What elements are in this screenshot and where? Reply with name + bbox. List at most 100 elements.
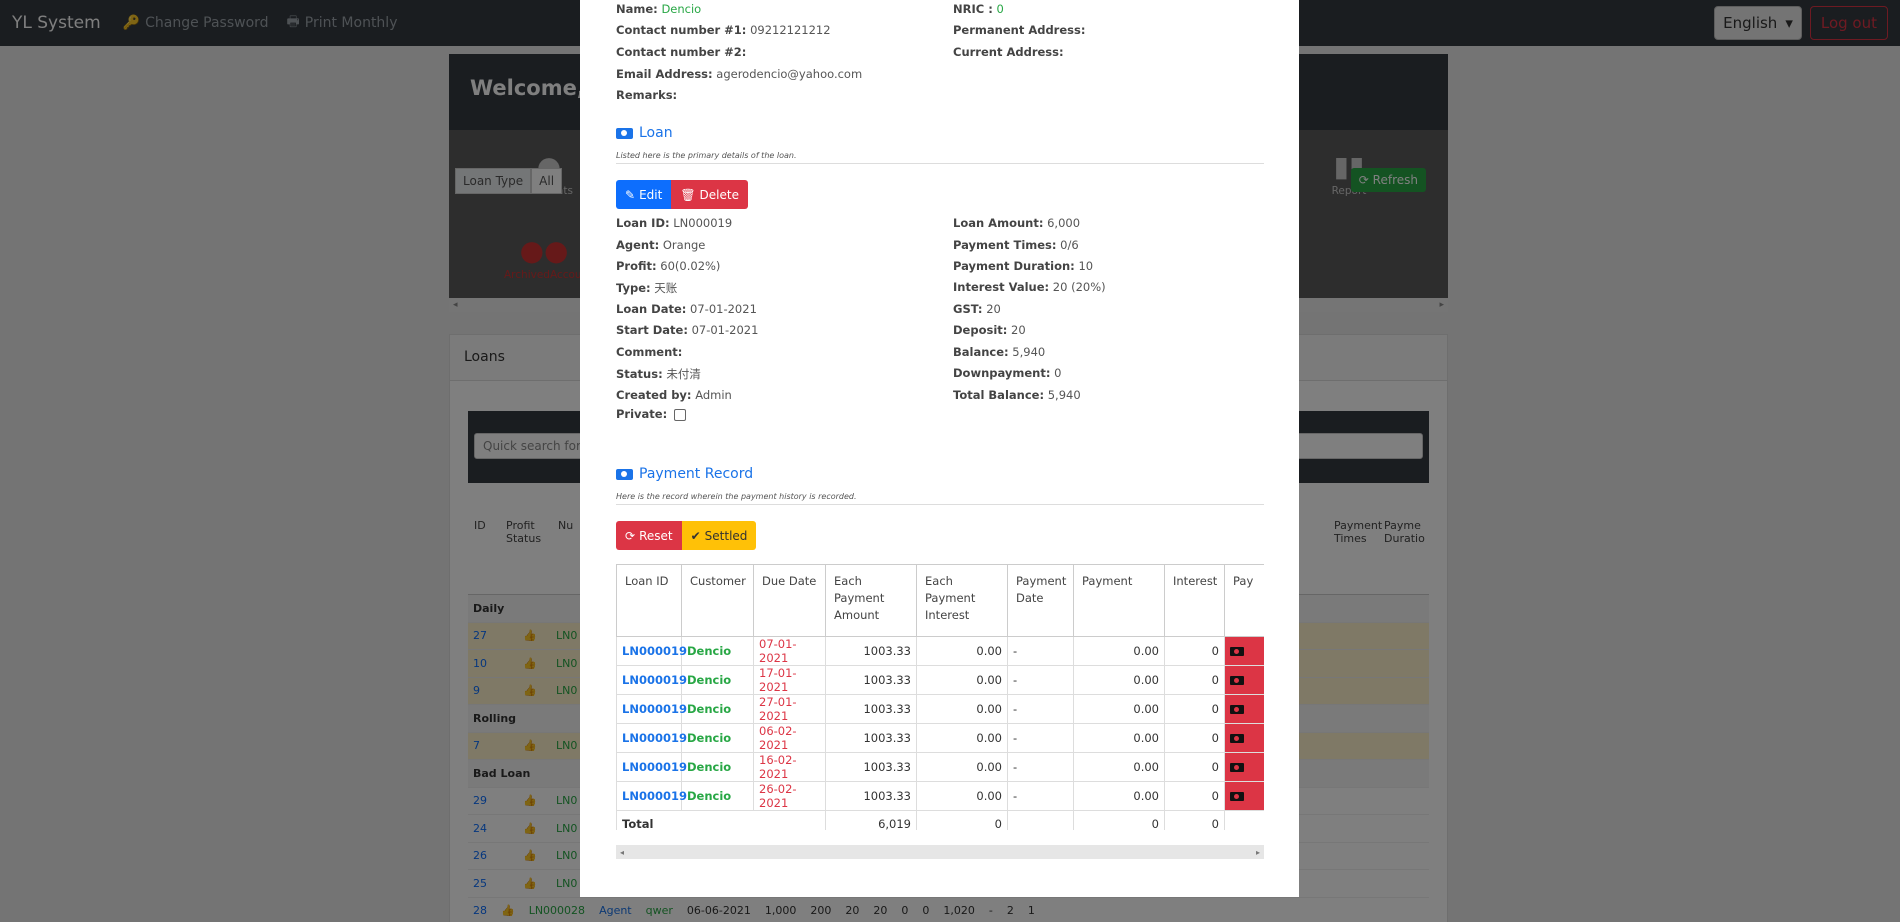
col-customer[interactable]: Customer (681, 564, 754, 637)
payment-section-title: Payment Record (616, 466, 753, 482)
field-label: Balance: (953, 345, 1009, 359)
delete-loan-button[interactable]: 🗑 Delete (671, 180, 748, 209)
payment-table-scroll[interactable]: Loan ID Customer Due Date Each Payment A… (616, 564, 1264, 830)
field-label: Loan ID: (616, 216, 670, 230)
loan-id-link[interactable]: LN000019 (622, 644, 687, 658)
payment-value: 0.00 (1073, 665, 1165, 695)
col-payment[interactable]: Payment (1073, 564, 1165, 637)
loan-section-subtitle: Listed here is the primary details of th… (616, 151, 1264, 164)
table-row: LN000019 Dencio 26-02-2021 1003.33 0.00 … (616, 781, 1264, 811)
field-label: Status: (616, 367, 663, 381)
name-value[interactable]: Dencio (661, 2, 701, 16)
col-interest[interactable]: Interest (1164, 564, 1225, 637)
each-payment-interest: 0.00 (916, 636, 1008, 666)
due-date: 27-01-2021 (759, 695, 797, 723)
field-value: Admin (695, 388, 732, 402)
total-label: Total (616, 810, 826, 830)
money-icon (1230, 705, 1244, 714)
delete-label: Delete (699, 187, 739, 202)
customer-contact1: Contact number #1: 09212121212 (616, 23, 831, 37)
field-value: 0/6 (1060, 238, 1079, 252)
customer-remarks: Remarks: (616, 88, 677, 102)
total-empty (1224, 810, 1264, 830)
customer-curr-address: Current Address: (953, 45, 1064, 59)
pay-button[interactable] (1224, 723, 1264, 753)
payment-value: 0.00 (1073, 636, 1165, 666)
field-value: 07-01-2021 (690, 302, 757, 316)
nric-value: 0 (996, 2, 1004, 16)
interest-value: 0 (1164, 694, 1225, 724)
field-value: 20 (1011, 323, 1026, 337)
scroll-right-icon[interactable]: ▸ (1256, 848, 1260, 857)
field-value: 60(0.02%) (660, 259, 721, 273)
customer-link[interactable]: Dencio (687, 789, 731, 803)
field-label: Payment Duration: (953, 259, 1075, 273)
agent-field: Agent: Orange (616, 238, 705, 252)
loan-date-field: Loan Date: 07-01-2021 (616, 302, 757, 316)
customer-link[interactable]: Dencio (687, 702, 731, 716)
col-pay[interactable]: Pay (1224, 564, 1264, 637)
loan-amount-field: Loan Amount: 6,000 (953, 216, 1080, 230)
field-value: 20 (986, 302, 1001, 316)
pay-button[interactable] (1224, 694, 1264, 724)
total-amount: 6,019 (825, 810, 917, 830)
col-payment-date[interactable]: Payment Date (1007, 564, 1074, 637)
interest-value: 0 (1164, 781, 1225, 811)
edit-label: Edit (639, 187, 663, 202)
pay-button[interactable] (1224, 665, 1264, 695)
payment-date: - (1007, 694, 1074, 724)
loan-title-text: Loan (639, 125, 673, 141)
pay-button[interactable] (1224, 636, 1264, 666)
each-payment-amount: 1003.33 (825, 781, 917, 811)
total-interest: 0 (1164, 810, 1225, 830)
loan-id-link[interactable]: LN000019 (622, 702, 687, 716)
table-row: LN000019 Dencio 16-02-2021 1003.33 0.00 … (616, 752, 1264, 782)
start-date-field: Start Date: 07-01-2021 (616, 323, 758, 337)
payment-table-scrollbar[interactable]: ◂ ▸ (616, 845, 1264, 859)
each-payment-interest: 0.00 (916, 781, 1008, 811)
customer-link[interactable]: Dencio (687, 760, 731, 774)
email-value: agerodencio@yahoo.com (716, 67, 863, 81)
edit-loan-button[interactable]: ✎ Edit (616, 180, 672, 209)
field-label: Profit: (616, 259, 657, 273)
field-value: 07-01-2021 (691, 323, 759, 337)
payment-section-subtitle: Here is the record wherein the payment h… (616, 492, 1264, 505)
private-checkbox[interactable] (673, 408, 686, 421)
table-row: LN000019 Dencio 06-02-2021 1003.33 0.00 … (616, 723, 1264, 753)
pay-button[interactable] (1224, 752, 1264, 782)
each-payment-amount: 1003.33 (825, 636, 917, 666)
col-due-date[interactable]: Due Date (753, 564, 826, 637)
contact2-label: Contact number #2: (616, 45, 747, 59)
pay-button[interactable] (1224, 781, 1264, 811)
each-payment-interest: 0.00 (916, 665, 1008, 695)
settled-button[interactable]: ✔ Settled (681, 521, 757, 550)
field-value: 天账 (654, 281, 678, 295)
col-each-payment-interest[interactable]: Each Payment Interest (916, 564, 1008, 637)
due-date: 17-01-2021 (759, 666, 797, 694)
field-label: Agent: (616, 238, 660, 252)
payment-actions: ⟳ Reset ✔ Settled (616, 521, 757, 550)
reset-button[interactable]: ⟳ Reset (616, 521, 682, 550)
each-payment-interest: 0.00 (916, 694, 1008, 724)
settled-label: Settled (704, 528, 748, 543)
col-loan-id[interactable]: Loan ID (616, 564, 682, 637)
col-each-payment-amount[interactable]: Each Payment Amount (825, 564, 917, 637)
loan-id-link[interactable]: LN000019 (622, 731, 687, 745)
payment-table: Loan ID Customer Due Date Each Payment A… (616, 564, 1264, 830)
customer-link[interactable]: Dencio (687, 673, 731, 687)
edit-icon: ✎ (625, 187, 636, 202)
contact1-value: 09212121212 (750, 23, 831, 37)
scroll-left-icon[interactable]: ◂ (620, 848, 624, 857)
trash-icon: 🗑 (680, 187, 696, 202)
customer-link[interactable]: Dencio (687, 644, 731, 658)
customer-link[interactable]: Dencio (687, 731, 731, 745)
field-label: Downpayment: (953, 366, 1051, 380)
loan-id-link[interactable]: LN000019 (622, 760, 687, 774)
payment-table-header: Loan ID Customer Due Date Each Payment A… (616, 564, 1264, 637)
nric-label: NRIC : (953, 2, 993, 16)
field-value: 5,940 (1047, 388, 1081, 402)
table-row: LN000019 Dencio 17-01-2021 1003.33 0.00 … (616, 665, 1264, 695)
loan-id-link[interactable]: LN000019 (622, 673, 687, 687)
balance-field: Balance: 5,940 (953, 345, 1045, 359)
loan-id-link[interactable]: LN000019 (622, 789, 687, 803)
